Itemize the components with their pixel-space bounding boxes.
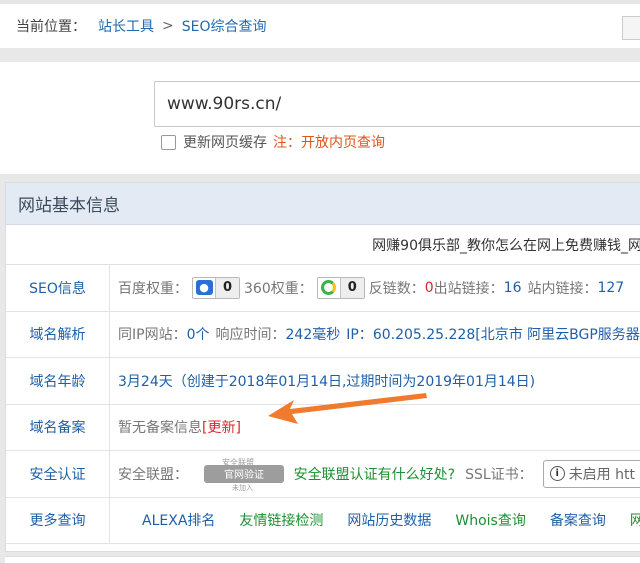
alexa-link[interactable]: ALEXA排名 xyxy=(142,510,215,530)
domain-age-value[interactable]: 3月24天（创建于2018年01月14日,过期时间为2019年01月14日) xyxy=(118,371,535,391)
site-title-row: 网赚90俱乐部_教你怎么在网上免费赚钱_网上玩游 xyxy=(6,225,640,265)
icp-label[interactable]: 域名备案 xyxy=(6,404,110,450)
page: 当前位置： 站长工具 > SEO综合查询 更新网页缓存 注：开放内页查询 网站基… xyxy=(0,0,640,563)
more-link-truncated[interactable]: 网 xyxy=(630,510,640,530)
ip-label: IP： xyxy=(346,327,373,344)
verified-seal-icon[interactable]: 安全联盟 官网验证 未加入 xyxy=(196,457,284,492)
site-title: 网赚90俱乐部_教你怎么在网上免费赚钱_网上玩游 xyxy=(372,237,640,254)
seo-info-row: SEO信息 百度权重： ● 0 360权重： 0 反链数： 0 出站链接： 16… xyxy=(6,265,640,312)
r360-weight-value: 0 xyxy=(339,277,364,298)
baidu-weight-value: 0 xyxy=(215,277,239,298)
seo-info-label[interactable]: SEO信息 xyxy=(6,265,110,311)
security-row: 安全认证 安全联盟： 安全联盟 官网验证 未加入 安全联盟认证有什么好处? SS… xyxy=(6,451,640,498)
outlinks-value[interactable]: 16 xyxy=(504,280,522,296)
friend-links-link[interactable]: 友情链接检测 xyxy=(239,510,323,530)
history-data-link[interactable]: 网站历史数据 xyxy=(347,510,431,530)
baidu-weight-badge[interactable]: ● 0 xyxy=(192,276,240,299)
corner-widget[interactable] xyxy=(622,16,640,40)
ssl-status-text: 未启用 htt xyxy=(568,466,635,483)
response-time-label: 响应时间： xyxy=(215,327,286,344)
bottom-strip xyxy=(5,556,640,563)
orange-annotation-arrow xyxy=(268,393,427,424)
alliance-label: 安全联盟： xyxy=(118,466,188,483)
cache-option: 更新网页缓存 注：开放内页查询 xyxy=(161,132,385,152)
more-queries-row: 更多查询 ALEXA排名 友情链接检测 网站历史数据 Whois查询 备案查询 … xyxy=(6,497,640,544)
dns-row: 域名解析 同IP网站： 0个 响应时间： 242毫秒 IP： 60.205.25… xyxy=(6,311,640,358)
same-ip-value[interactable]: 0个 xyxy=(187,324,210,344)
breadcrumb-position-label: 当前位置： xyxy=(16,19,86,35)
seal-ribbon-text: 官网验证 xyxy=(204,464,284,483)
ip-value[interactable]: 60.205.25.228[北京市 阿里云BGP服务器] xyxy=(373,324,640,344)
backlinks-label: 反链数： xyxy=(368,280,425,297)
same-ip-label: 同IP网站： xyxy=(118,327,187,344)
inlinks-value[interactable]: 127 xyxy=(597,280,624,296)
dns-body: 同IP网站： 0个 响应时间： 242毫秒 IP： 60.205.25.228[… xyxy=(110,312,640,358)
more-queries-label[interactable]: 更多查询 xyxy=(6,497,110,543)
r360-weight-label: 360权重： xyxy=(244,280,313,297)
cache-checkbox[interactable] xyxy=(161,134,176,150)
dns-label[interactable]: 域名解析 xyxy=(6,311,110,357)
ring-360-icon xyxy=(318,278,340,298)
url-input[interactable] xyxy=(154,81,640,127)
search-area: 更新网页缓存 注：开放内页查询 xyxy=(0,62,640,174)
breadcrumb-link-tools[interactable]: 站长工具 xyxy=(98,16,154,36)
icp-update-link[interactable]: [更新] xyxy=(202,417,241,437)
r360-weight-badge[interactable]: 0 xyxy=(316,276,365,299)
domain-age-label[interactable]: 域名年龄 xyxy=(6,358,110,404)
cache-label[interactable]: 更新网页缓存 xyxy=(183,132,267,152)
response-time-value: 242毫秒 xyxy=(285,327,341,344)
icp-query-link[interactable]: 备案查询 xyxy=(550,510,606,530)
icp-value: 暂无备案信息 xyxy=(118,420,202,437)
outlinks-label: 出站链接： xyxy=(433,280,504,297)
breadcrumb-link-seo[interactable]: SEO综合查询 xyxy=(182,16,267,36)
site-info-panel: 网站基本信息 网赚90俱乐部_教你怎么在网上免费赚钱_网上玩游 SEO信息 百度… xyxy=(5,182,640,552)
breadcrumb-separator: > xyxy=(162,18,174,34)
info-icon: i xyxy=(549,466,565,482)
icp-body: 暂无备案信息 [更新] xyxy=(110,405,241,451)
backlinks-value[interactable]: 0 xyxy=(425,280,434,296)
whois-link[interactable]: Whois查询 xyxy=(455,510,525,530)
seal-bottom-text: 未加入 xyxy=(232,483,253,492)
security-body: 安全联盟： 安全联盟 官网验证 未加入 安全联盟认证有什么好处? SSL证书： … xyxy=(110,451,640,497)
inlinks-label: 站内链接： xyxy=(527,280,598,297)
ssl-label: SSL证书： xyxy=(465,466,533,483)
inner-page-note[interactable]: 注：开放内页查询 xyxy=(273,132,385,152)
alliance-benefits-link[interactable]: 安全联盟认证有什么好处? xyxy=(294,464,455,484)
baidu-weight-label: 百度权重： xyxy=(118,280,188,297)
more-queries-links: ALEXA排名 友情链接检测 网站历史数据 Whois查询 备案查询 网 xyxy=(110,498,640,544)
ssl-status-button[interactable]: i 未启用 htt xyxy=(542,459,640,488)
panel-title: 网站基本信息 xyxy=(6,183,640,225)
seo-info-body: 百度权重： ● 0 360权重： 0 反链数： 0 出站链接： 16 站内链接：… xyxy=(110,265,624,311)
baidu-paw-icon: ● xyxy=(193,278,215,298)
security-label[interactable]: 安全认证 xyxy=(6,451,110,497)
breadcrumb: 当前位置： 站长工具 > SEO综合查询 xyxy=(0,0,640,48)
